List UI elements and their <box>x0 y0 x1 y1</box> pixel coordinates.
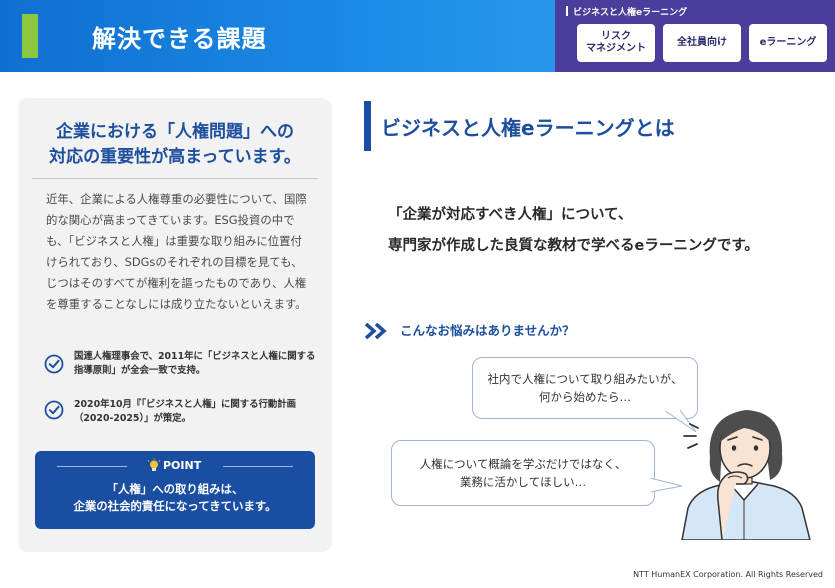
lightbulb-icon <box>147 458 161 471</box>
card-body-text: 近年、企業による人権尊重の必要性について、国際的な関心が高まってきています。ES… <box>46 192 307 311</box>
copyright-footer: NTT HumanEX Corporation. All Rights Rese… <box>633 570 823 579</box>
section-title: ビジネスと人権eラーニングとは <box>381 116 675 140</box>
card-heading: 企業における「人権問題」への 対応の重要性が高まっています。 <box>49 122 301 167</box>
point-box: POINT 「人権」への取り組みは、 企業の社会的責任になってきています。 <box>35 451 315 529</box>
point-label: POINT <box>163 459 202 472</box>
header-accent <box>22 14 38 58</box>
elearning-button[interactable]: eラーニング <box>749 24 827 62</box>
page-title: 解決できる課題 <box>92 25 267 53</box>
heading-divider <box>32 178 318 179</box>
point-divider <box>223 466 293 467</box>
category-title: ビジネスと人権eラーニング <box>565 5 687 18</box>
check-circle-icon <box>44 354 64 374</box>
lead-text: 「企業が対応すべき人権」について、 専門家が作成した良質な教材で学べるeラーニン… <box>388 207 759 254</box>
check-item: 2020年10月『「ビジネスと人権」に関する行動計画（2020-2025）」が策… <box>74 399 296 424</box>
check-circle-icon <box>44 400 64 420</box>
bubble-text: 人権について概論を学ぶだけではなく、 業務に活かしてほしい… <box>419 457 627 489</box>
all-employees-button[interactable]: 全社員向け <box>663 24 741 62</box>
check-item: 国連人権理事会で、2011年に「ビジネスと人権に関する指導原則」が全会一致で支持… <box>74 351 316 376</box>
double-chevron-icon <box>364 322 387 340</box>
importance-card: 企業における「人権問題」への 対応の重要性が高まっています。 近年、企業による人… <box>18 98 332 552</box>
worried-woman-illustration <box>681 410 811 540</box>
point-text: 「人権」への取り組みは、 企業の社会的責任になってきています。 <box>73 482 277 513</box>
point-divider <box>57 466 127 467</box>
speech-bubble: 人権について概論を学ぶだけではなく、 業務に活かしてほしい… <box>391 440 655 506</box>
section-accent-bar <box>364 101 371 151</box>
bubble-text: 社内で人権について取り組みたいが、 何から始めたら… <box>487 372 683 404</box>
concern-title: こんなお悩みはありませんか？ <box>400 323 575 338</box>
category-panel: ビジネスと人権eラーニング リスク マネジメント 全社員向け eラーニング <box>555 0 835 72</box>
risk-management-button[interactable]: リスク マネジメント <box>577 24 655 62</box>
